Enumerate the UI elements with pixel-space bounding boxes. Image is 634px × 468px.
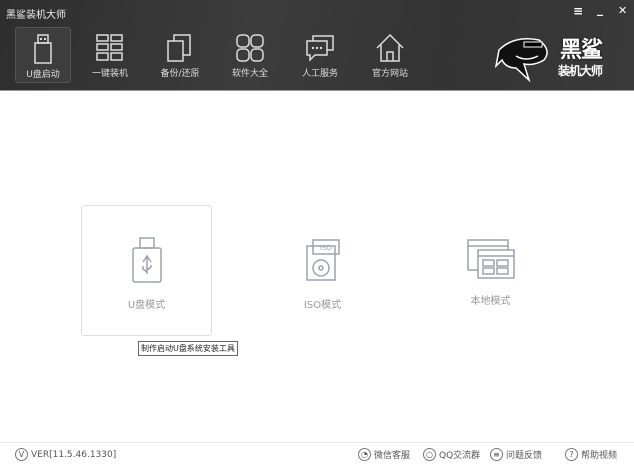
home-icon [376,33,404,62]
nav-label: 备份/还原 [160,69,200,79]
link-label: 帮助视频 [581,451,618,461]
shark-mascot-icon [494,38,548,83]
nav-backup-restore[interactable]: 备份/还原 [152,27,208,83]
menu-button[interactable]: ≡ [573,4,583,18]
tooltip: 制作启动U盘系统安装工具 [138,341,238,356]
close-button[interactable]: ✕ [618,4,627,17]
mode-local[interactable]: 本地模式 [425,205,556,336]
usb-drive-icon [131,237,162,283]
mode-label: U盘模式 [127,300,166,311]
footer: V VER[11.5.46.1330] ◔ 微信客服 ○ QQ交流群 ≡ 问题反馈 ? 帮… [0,442,634,468]
apps-icon [236,34,264,62]
link-label: 微信客服 [374,451,411,461]
iso-disc-icon: ISO [305,239,340,281]
mode-label: ISO模式 [303,300,342,311]
wechat-icon: ◔ [358,448,371,461]
minimize-button[interactable]: _ [597,2,603,16]
usb-icon [34,34,52,64]
iso-badge: ISO [319,244,332,252]
qq-icon: ○ [423,448,436,461]
version-info: V VER[11.5.46.1330] [15,448,116,461]
wechat-service-link[interactable]: ◔ 微信客服 [358,448,410,461]
copy-icon [167,34,191,62]
version-icon: V [15,448,28,461]
feedback-link[interactable]: ≡ 问题反馈 [490,448,542,461]
nav-one-click-install[interactable]: 一键装机 [82,27,138,83]
chat-icon [306,35,334,62]
nav-label: 人工服务 [301,69,338,79]
help-video-link[interactable]: ? 帮助视频 [565,448,617,461]
link-label: 问题反馈 [506,451,543,461]
version-text: VER[11.5.46.1330] [31,449,117,460]
qq-group-link[interactable]: ○ QQ交流群 [423,448,480,461]
mode-label: 本地模式 [470,296,511,307]
nav-software[interactable]: 软件大全 [222,27,278,83]
nav-label: U盘启动 [26,70,60,80]
mode-usb[interactable]: U盘模式 [81,205,212,336]
nav-usb-boot[interactable]: U盘启动 [15,27,71,83]
header: 黑鲨装机大师 ≡ _ ✕ U盘启动 一键装机 备份/还原 软件大全 人工服务 官… [0,0,634,91]
help-icon: ? [565,448,578,461]
logo-text-sub: 装机大师 [558,64,603,78]
local-windows-icon [466,239,515,279]
feedback-icon: ≡ [490,448,503,461]
nav-manual-service[interactable]: 人工服务 [292,27,348,83]
app-title: 黑鲨装机大师 [6,10,66,21]
mode-iso[interactable]: ISO ISO模式 [257,205,388,336]
nav-label: 软件大全 [231,69,268,79]
nav-label: 一键装机 [91,69,128,79]
link-label: QQ交流群 [439,451,481,461]
windows-icon [96,34,123,61]
nav-official-site[interactable]: 官方网站 [362,27,418,83]
brand-logo: 黑鲨 装机大师 [494,30,624,86]
nav-label: 官方网站 [371,69,408,79]
logo-text-main: 黑鲨 [560,38,603,63]
